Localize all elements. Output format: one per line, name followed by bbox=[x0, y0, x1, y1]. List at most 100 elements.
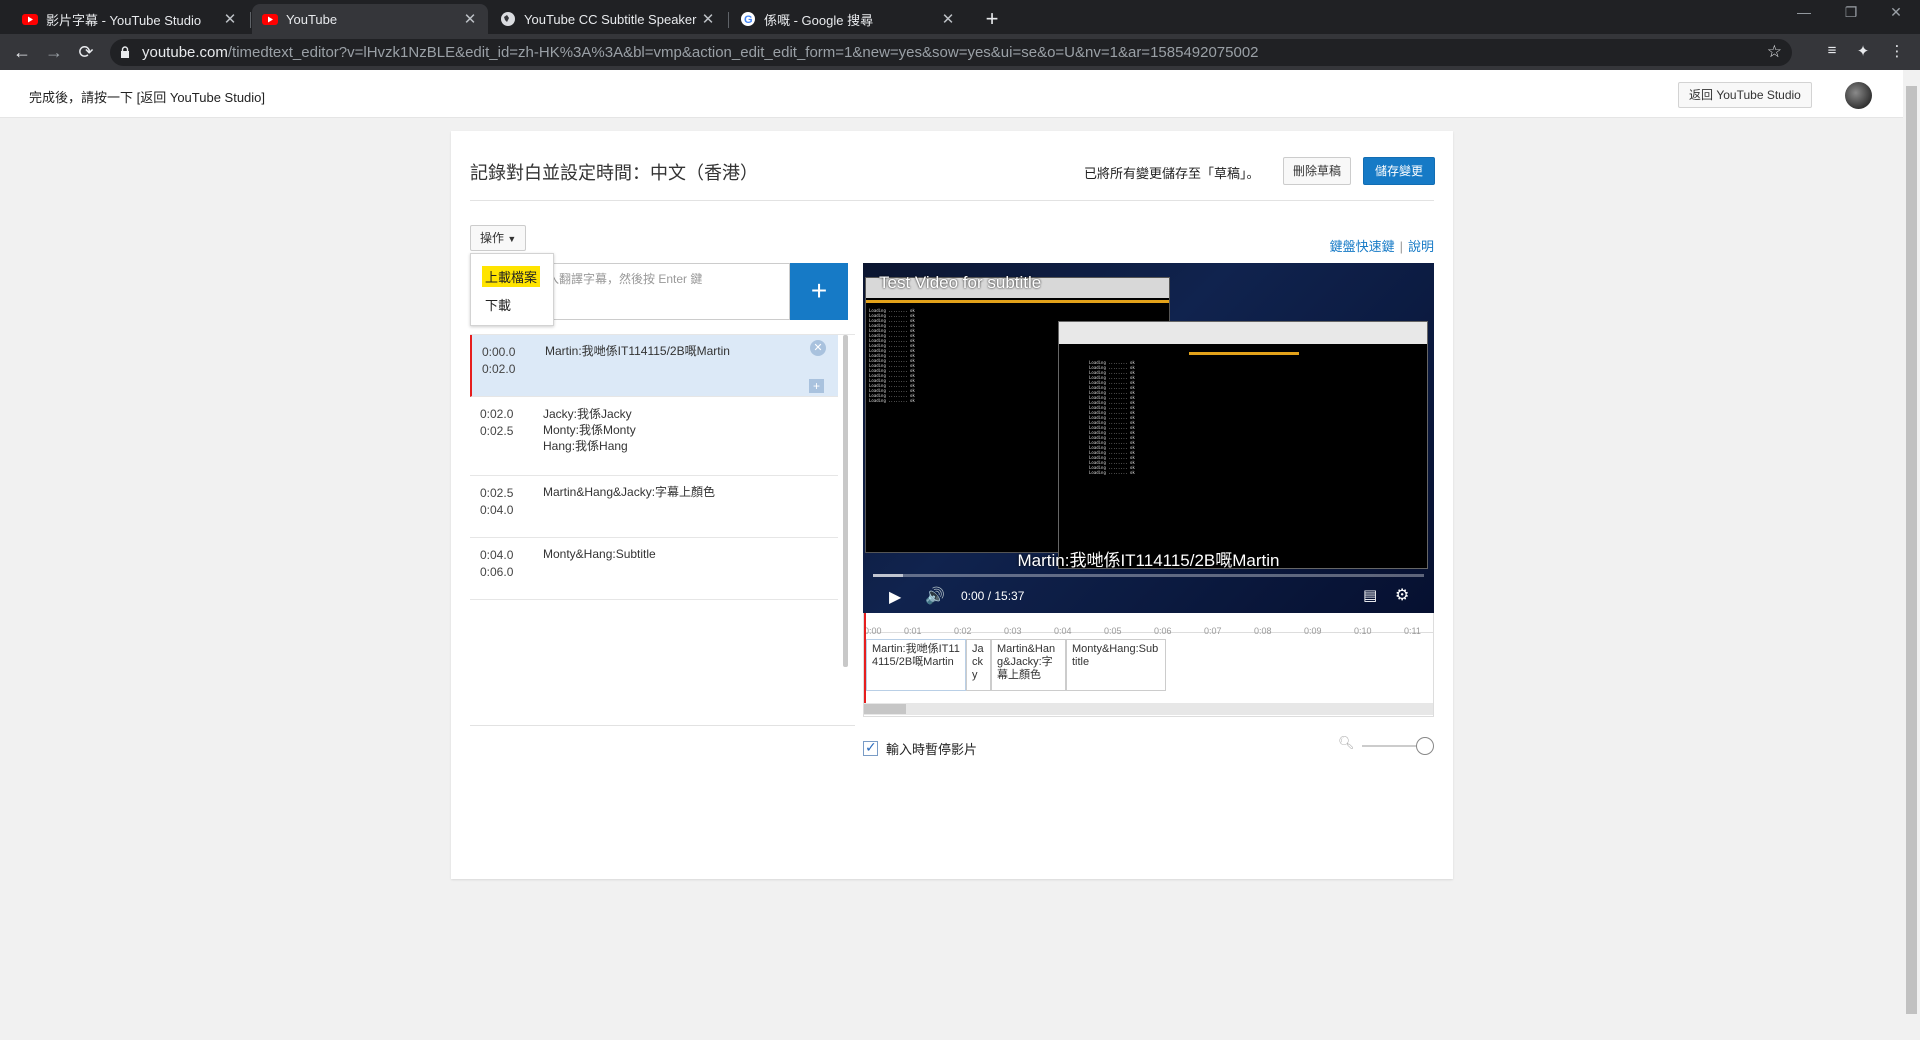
caption-end[interactable]: 0:06.0 bbox=[480, 565, 513, 579]
reload-icon[interactable]: ⟳ bbox=[74, 40, 98, 64]
new-tab-button[interactable]: + bbox=[978, 6, 1006, 34]
avatar[interactable] bbox=[1845, 82, 1872, 109]
video-window-right: Loading ........ ok Loading ........ ok … bbox=[1058, 321, 1428, 569]
caption-list: 0:00.0 0:02.0 Martin:我哋係IT114115/2B嘅Mart… bbox=[470, 334, 855, 726]
scrollbar-thumb[interactable] bbox=[1906, 86, 1917, 1014]
caption-start[interactable]: 0:00.0 bbox=[482, 345, 515, 359]
tab-title: YouTube CC Subtitle Speaker C bbox=[524, 11, 700, 27]
youtube-icon bbox=[22, 14, 38, 25]
tab-cc-speaker[interactable]: YouTube CC Subtitle Speaker C ✕ bbox=[490, 4, 726, 34]
back-to-studio-button[interactable]: 返回 YouTube Studio bbox=[1678, 82, 1812, 108]
caption-row[interactable]: 0:02.5 0:04.0 Martin&Hang&Jacky:字幕上顏色 bbox=[470, 476, 838, 538]
timeline-tick: 0:09 bbox=[1304, 626, 1322, 636]
caption-text[interactable]: Martin&Hang&Jacky:字幕上顏色 bbox=[543, 484, 715, 500]
save-changes-button[interactable]: 儲存變更 bbox=[1363, 157, 1436, 185]
caption-input-placeholder: 入翻譯字幕，然後按 Enter 鍵 bbox=[547, 272, 703, 286]
tab-youtube-studio[interactable]: 影片字幕 - YouTube Studio ✕ bbox=[12, 4, 248, 34]
caption-text[interactable]: Hang:我係Hang bbox=[543, 438, 628, 454]
terminal-output: Loading ........ ok Loading ........ ok … bbox=[869, 308, 915, 403]
divider bbox=[470, 725, 855, 726]
caption-row[interactable]: 0:02.0 0:02.5 Jacky:我係Jacky Monty:我係Mont… bbox=[470, 397, 838, 476]
caption-list-scrollbar[interactable] bbox=[843, 335, 848, 667]
caption-row[interactable]: 0:00.0 0:02.0 Martin:我哋係IT114115/2B嘅Mart… bbox=[470, 335, 838, 397]
back-arrow-icon[interactable]: ← bbox=[10, 40, 34, 64]
caption-timeline[interactable]: 0:00 0:01 0:02 0:03 0:04 0:05 0:06 0:07 … bbox=[863, 613, 1434, 717]
close-icon[interactable]: ✕ bbox=[940, 10, 956, 28]
caption-end[interactable]: 0:02.0 bbox=[482, 362, 515, 376]
scrollbar-thumb[interactable] bbox=[864, 704, 906, 714]
svg-text:G: G bbox=[744, 14, 753, 26]
captions-icon[interactable]: ▤ bbox=[1363, 586, 1377, 604]
menu-item-upload[interactable]: 上載檔案 bbox=[482, 266, 541, 287]
caption-row[interactable]: 0:04.0 0:06.0 Monty&Hang:Subtitle bbox=[470, 538, 838, 600]
forward-arrow-icon[interactable]: → bbox=[42, 40, 66, 64]
video-time: 0:00 / 15:37 bbox=[961, 589, 1025, 603]
delete-caption-icon[interactable]: ✕ bbox=[810, 340, 826, 356]
timeline-cue[interactable]: Martin&Hang&Jacky:字幕上顏色 bbox=[991, 639, 1066, 691]
caption-text[interactable]: Monty:我係Monty bbox=[543, 422, 636, 438]
minimize-icon[interactable]: — bbox=[1784, 4, 1824, 24]
timeline-scrollbar[interactable] bbox=[864, 703, 1433, 715]
caption-end[interactable]: 0:04.0 bbox=[480, 503, 513, 517]
timeline-tick: 0:06 bbox=[1154, 626, 1172, 636]
caption-start[interactable]: 0:02.5 bbox=[480, 486, 513, 500]
tab-google-search[interactable]: G 係嘅 - Google 搜尋 ✕ bbox=[730, 4, 966, 34]
video-player[interactable]: Loading ........ ok Loading ........ ok … bbox=[863, 263, 1434, 613]
bookmark-star-icon[interactable]: ☆ bbox=[1767, 42, 1782, 62]
help-link[interactable]: 說明 bbox=[1408, 239, 1434, 254]
timeline-tick: 0:11 bbox=[1404, 626, 1421, 636]
caption-start[interactable]: 0:04.0 bbox=[480, 548, 513, 562]
close-icon[interactable]: ✕ bbox=[700, 10, 716, 28]
checkbox-label: 輸入時暫停影片 bbox=[886, 742, 978, 757]
tab-youtube[interactable]: YouTube ✕ bbox=[252, 4, 488, 34]
caption-text[interactable]: Monty&Hang:Subtitle bbox=[543, 546, 656, 562]
checkbox-checked-icon[interactable] bbox=[863, 739, 878, 756]
volume-icon[interactable]: 🔊 bbox=[925, 586, 945, 606]
restore-icon[interactable]: ❐ bbox=[1831, 4, 1871, 24]
video-progress-bar[interactable] bbox=[873, 574, 1424, 577]
tab-title: 影片字幕 - YouTube Studio bbox=[46, 12, 202, 28]
timeline-cue[interactable]: Jacky bbox=[966, 639, 991, 691]
window-close-icon[interactable]: ✕ bbox=[1876, 4, 1916, 24]
close-icon[interactable]: ✕ bbox=[462, 10, 478, 28]
progress-stripe bbox=[1189, 352, 1299, 355]
insert-caption-icon[interactable]: + bbox=[809, 379, 824, 393]
youtube-icon bbox=[262, 14, 278, 25]
pause-while-typing-checkbox[interactable]: 輸入時暫停影片 bbox=[863, 739, 977, 758]
caption-text[interactable]: Martin:我哋係IT114115/2B嘅Martin bbox=[545, 343, 730, 359]
caret-down-icon: ▼ bbox=[507, 234, 517, 244]
keyboard-shortcuts-link[interactable]: 鍵盤快速鍵 bbox=[1330, 239, 1395, 254]
timeline-cue[interactable]: Monty&Hang:Subtitle bbox=[1066, 639, 1166, 691]
zoom-slider-handle[interactable] bbox=[1416, 737, 1434, 755]
plus-icon: + bbox=[810, 275, 828, 306]
browser-tab-bar: 影片字幕 - YouTube Studio ✕ YouTube ✕ YouTub… bbox=[0, 0, 1920, 34]
caption-text[interactable]: Jacky:我係Jacky bbox=[543, 406, 632, 422]
actions-dropdown-button[interactable]: 操作 ▼ bbox=[470, 225, 527, 251]
help-links: 鍵盤快速鍵 | 說明 bbox=[1330, 236, 1434, 255]
timeline-cue[interactable]: Martin:我哋係IT114115/2B嘅Martin bbox=[866, 639, 966, 691]
lock-icon bbox=[121, 46, 129, 58]
more-menu-icon[interactable]: ⋮ bbox=[1887, 42, 1907, 62]
timeline-playhead[interactable] bbox=[864, 613, 866, 713]
page-scrollbar[interactable] bbox=[1903, 70, 1920, 1040]
timeline-tick: 0:01 bbox=[904, 626, 922, 636]
caption-start[interactable]: 0:02.0 bbox=[480, 407, 513, 421]
extension-icon[interactable]: ✦ bbox=[1853, 42, 1873, 62]
tab-title: 係嘅 - Google 搜尋 bbox=[764, 12, 874, 28]
timeline-tick: 0:08 bbox=[1254, 626, 1272, 636]
delete-draft-button[interactable]: 刪除草稿 bbox=[1283, 157, 1352, 185]
magnifier-icon: 🔍︎ bbox=[1338, 735, 1355, 750]
link-separator: | bbox=[1399, 239, 1403, 254]
zoom-slider-track[interactable] bbox=[1362, 745, 1420, 747]
caption-end[interactable]: 0:02.5 bbox=[480, 424, 513, 438]
play-icon[interactable]: ▶ bbox=[889, 587, 901, 607]
menu-item-download[interactable]: 下載 bbox=[482, 294, 514, 315]
address-bar[interactable]: youtube.com/timedtext_editor?v=lHvzk1NzB… bbox=[110, 39, 1792, 66]
timeline-tick: 0:07 bbox=[1204, 626, 1222, 636]
tab-separator bbox=[728, 12, 729, 28]
close-icon[interactable]: ✕ bbox=[222, 10, 238, 28]
media-queue-icon[interactable]: ≡ bbox=[1822, 42, 1842, 62]
done-hint: 完成後，請按一下 [返回 YouTube Studio] bbox=[29, 90, 266, 105]
add-caption-button[interactable]: + bbox=[790, 263, 848, 320]
gear-icon[interactable]: ⚙ bbox=[1395, 585, 1409, 605]
